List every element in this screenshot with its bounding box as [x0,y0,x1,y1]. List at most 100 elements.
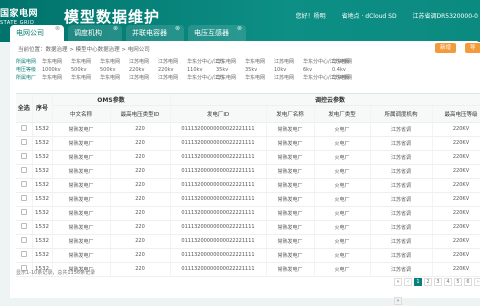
col-header-plant-name[interactable]: 发电厂名称 [266,105,315,123]
col-header-plant-id[interactable]: 发电厂ID [170,105,267,123]
filter-option[interactable]: 220kv [129,66,158,74]
table-row[interactable]: 1532 常熟发电厂 220 01113200000000022221111 常熟发电厂… [16,122,480,137]
filter-option[interactable]: 35kv [245,66,274,74]
page-button[interactable]: ‹ [404,278,412,286]
filter-option[interactable]: 华东分中心/江苏 [187,74,224,82]
filter-option[interactable]: 江苏电网 [129,74,158,82]
table-row[interactable]: 1532 常熟发电厂 220 01113200000000022221111 常熟发电厂… [16,206,480,221]
filter-option[interactable]: 华东电网 [245,58,274,66]
row-checkbox[interactable] [20,251,27,257]
filter-label: 所属电厂 [16,75,37,81]
filter-option[interactable]: 35kv [216,66,245,74]
filter-option[interactable]: 220kv [158,66,187,74]
table-cell: 常熟发电厂 [52,248,111,263]
tab-voltage-transformer[interactable]: 电压互感器 ⊗ [188,25,246,41]
row-checkbox[interactable] [20,223,27,229]
filter-option[interactable]: 华东电网 [71,74,100,82]
tab-dispatch-org[interactable]: 调度机构 ⊗ [68,25,122,41]
row-checkbox[interactable] [20,209,27,215]
row-checkbox[interactable] [20,153,27,159]
filter-option[interactable]: 江苏电网 [129,58,158,66]
table-row[interactable]: 1532 常熟发电厂 220 01113200000000022221111 常熟发电厂… [16,164,480,179]
filter-option[interactable]: 华东分中心/江苏 [187,58,224,66]
table-cell: 1532 [32,178,53,193]
page-button[interactable]: 2 [424,278,432,286]
filter-option[interactable]: 6kv [303,66,332,74]
page-button[interactable]: 6 [464,278,472,286]
filter-option[interactable]: 华东电网 [216,58,245,66]
page-button[interactable]: 4 [444,278,452,286]
filter-option[interactable]: 江苏电网 [158,58,187,66]
table-cell: 常熟发电厂 [52,150,111,165]
page-button[interactable]: » [394,297,402,305]
tab-label: 并联电容器 [132,29,167,37]
filter-option[interactable]: 500kv [71,66,100,74]
page-button[interactable]: « [394,278,402,286]
table-row[interactable]: 1532 常熟发电厂 220 01113200000000022221111 常熟发电厂… [16,248,480,263]
table-cell: 01113200000000022221111 [170,234,267,249]
add-button[interactable]: 新增 [435,43,457,53]
filter-option[interactable]: 华东电网 [71,58,100,66]
page-button[interactable]: 5 [454,278,462,286]
table-cell: 220KV [432,164,480,179]
row-checkbox[interactable] [20,139,27,145]
table-cell: 江苏省调 [370,220,433,235]
filter-option[interactable]: 华东分中心/江苏电网 [303,58,350,66]
close-icon[interactable]: ⊗ [175,21,180,37]
close-icon[interactable]: ⊗ [113,21,118,37]
table-cell: 220KV [432,206,480,221]
filter-option[interactable]: 0.4kv [332,66,361,74]
table-cell: 火电厂 [314,192,371,207]
filter-option[interactable]: 华东电网 [245,74,274,82]
filter-option[interactable]: 华东电网 [42,58,71,66]
filter-option[interactable]: 江苏电网 [158,74,187,82]
row-checkbox[interactable] [20,181,27,187]
table-cell: 江苏省调 [370,178,433,193]
filter-option[interactable]: 华东电网 [42,74,71,82]
col-header-max-voltage[interactable]: 最高电压等级 [432,105,480,123]
page-button[interactable]: › [474,278,480,286]
close-icon[interactable]: ⊗ [237,21,242,37]
filter-option[interactable]: 江苏电网 [274,58,303,66]
table-cell: 常熟发电厂 [52,220,111,235]
tab-grid-company[interactable]: 电网公司 ⊗ [10,25,64,41]
filter-option[interactable]: 华东分中心/江苏电网 [303,74,350,82]
table-row[interactable]: 1532 常熟发电厂 220 01113200000000022221111 常熟发电厂… [16,178,480,193]
table-cell: 1532 [32,136,53,151]
page-button[interactable]: 3 [434,278,442,286]
filter-option[interactable]: 华东电网 [100,74,129,82]
page-button[interactable]: 1 [414,278,422,286]
filter-option[interactable]: 10kv [274,66,303,74]
export-button[interactable]: 导出 [465,43,480,61]
col-header-voltage-type-id[interactable]: 最高电压类型ID [110,105,171,123]
table-cell: 江苏省调 [370,206,433,221]
col-header-plant-type[interactable]: 发电厂类型 [314,105,371,123]
filter-option[interactable]: 华东电网 [332,74,361,82]
oms-group-header: OMS参数 [52,94,171,106]
filter-option[interactable]: 华东电网 [216,74,245,82]
row-checkbox[interactable] [20,125,27,131]
filter-option[interactable]: 华东电网 [332,58,361,66]
table-cell: 01113200000000022221111 [170,122,267,137]
table-cell: 220KV [432,192,480,207]
filter-option[interactable]: 江苏电网 [274,74,303,82]
filter-option[interactable]: 1000kv [42,66,71,74]
table-row[interactable]: 1532 常熟发电厂 220 01113200000000022221111 常熟发电厂… [16,150,480,165]
col-header-dispatch-org[interactable]: 所属调度机构 [370,105,433,123]
table-cell: 220 [110,136,171,151]
row-checkbox[interactable] [20,237,27,243]
filter-option[interactable]: 110kv [187,66,216,74]
user-greeting[interactable]: 您好！杨明 [296,13,326,20]
table-row[interactable]: 1532 常熟发电厂 220 01113200000000022221111 常熟发电厂… [16,234,480,249]
close-icon[interactable]: ⊗ [55,21,60,37]
filter-option[interactable]: 华东电网 [100,58,129,66]
table-row[interactable]: 1532 常熟发电厂 220 01113200000000022221111 常熟发电厂… [16,220,480,235]
table-row[interactable]: 1532 常熟发电厂 220 01113200000000022221111 常熟发电厂… [16,192,480,207]
tab-shunt-capacitor[interactable]: 并联电容器 ⊗ [126,25,184,41]
select-all-header[interactable]: 全选 [16,94,33,123]
col-header-cn-name[interactable]: 中文名称 [52,105,111,123]
row-checkbox[interactable] [20,195,27,201]
table-row[interactable]: 1532 常熟发电厂 220 01113200000000022221111 常熟发电厂… [16,136,480,151]
filter-option[interactable]: 500kv [100,66,129,74]
row-checkbox[interactable] [20,167,27,173]
